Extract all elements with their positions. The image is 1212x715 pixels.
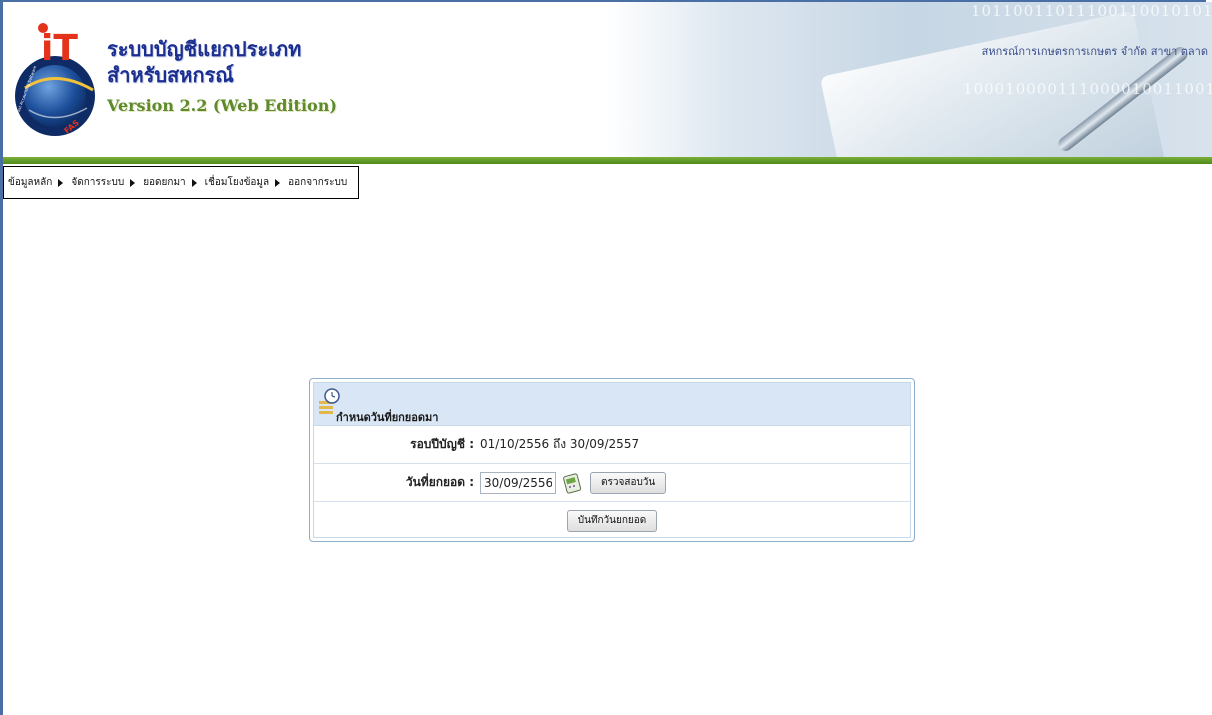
app-title-line1: ระบบบัญชีแยกประเภท <box>107 37 302 61</box>
app-title-line2: สำหรับสหกรณ์ <box>107 63 234 87</box>
binary-pattern-top: 1011001101110011001010101 <box>971 2 1212 20</box>
panel-title: กำหนดวันที่ยกยอดมา <box>336 411 439 424</box>
menu-item-logout[interactable]: ออกจากระบบ <box>288 175 347 190</box>
carry-forward-date-row: วันที่ยกยอด : ตรวจสอบวัน <box>314 464 910 502</box>
menu-item-data-link[interactable]: เชื่อมโยงข้อมูล <box>204 175 281 190</box>
save-row: บันทึกวันยกยอด <box>314 502 910 539</box>
menu-item-label: ยอดยกมา <box>143 177 186 188</box>
panel-header: กำหนดวันที่ยกยอดมา <box>314 383 910 426</box>
app-version: Version 2.2 (Web Edition) <box>107 96 337 115</box>
menu-item-label: เชื่อมโยงข้อมูล <box>204 177 270 188</box>
fiscal-year-label: รอบปีบัญชี : <box>410 437 474 451</box>
main-menu-bar: ข้อมูลหลัก จัดการระบบ ยอดยกมา เชื่อมโยงข… <box>3 166 359 199</box>
menu-item-label: ออกจากระบบ <box>288 177 348 188</box>
fiscal-year-value: 01/10/2556 ถึง 30/09/2557 <box>480 437 640 451</box>
cooperative-name: สหกรณ์การเกษตรการเกษตร จำกัด สาขา ตลาด <box>981 45 1208 58</box>
calendar-picker-icon[interactable] <box>562 472 582 494</box>
save-carry-forward-date-button[interactable]: บันทึกวันยกยอด <box>566 509 658 532</box>
menu-item-label: ข้อมูลหลัก <box>8 177 53 188</box>
carry-forward-date-input[interactable] <box>480 471 556 494</box>
menu-item-label: จัดการระบบ <box>71 177 125 188</box>
carry-forward-date-panel: กำหนดวันที่ยกยอดมา รอบปีบัญชี : 01/10/25… <box>309 378 915 542</box>
menu-item-master-data[interactable]: ข้อมูลหลัก <box>8 175 64 190</box>
submenu-arrow-icon <box>58 178 64 187</box>
app-logo: iT FAS Fast Accounting Software <box>15 23 95 136</box>
svg-text:iT: iT <box>41 28 78 69</box>
fiscal-year-row: รอบปีบัญชี : 01/10/2556 ถึง 30/09/2557 <box>314 426 910 464</box>
submenu-arrow-icon <box>275 178 281 187</box>
panel-inner: กำหนดวันที่ยกยอดมา รอบปีบัญชี : 01/10/25… <box>313 382 911 538</box>
app-header: 1011001101110011001010101 10001000011100… <box>3 2 1212 158</box>
carry-forward-date-label: วันที่ยกยอด : <box>405 475 474 489</box>
header-divider-bar <box>3 157 1212 164</box>
binary-pattern-middle: 10001000011100001001100101 <box>963 80 1212 98</box>
menu-item-brought-forward[interactable]: ยอดยกมา <box>143 175 197 190</box>
app-title-block: ระบบบัญชีแยกประเภท สำหรับสหกรณ์ Version … <box>107 36 337 115</box>
submenu-arrow-icon <box>130 178 136 187</box>
menu-item-system-management[interactable]: จัดการระบบ <box>71 175 136 190</box>
submenu-arrow-icon <box>191 178 197 187</box>
check-date-button[interactable]: ตรวจสอบวัน <box>590 471 667 494</box>
